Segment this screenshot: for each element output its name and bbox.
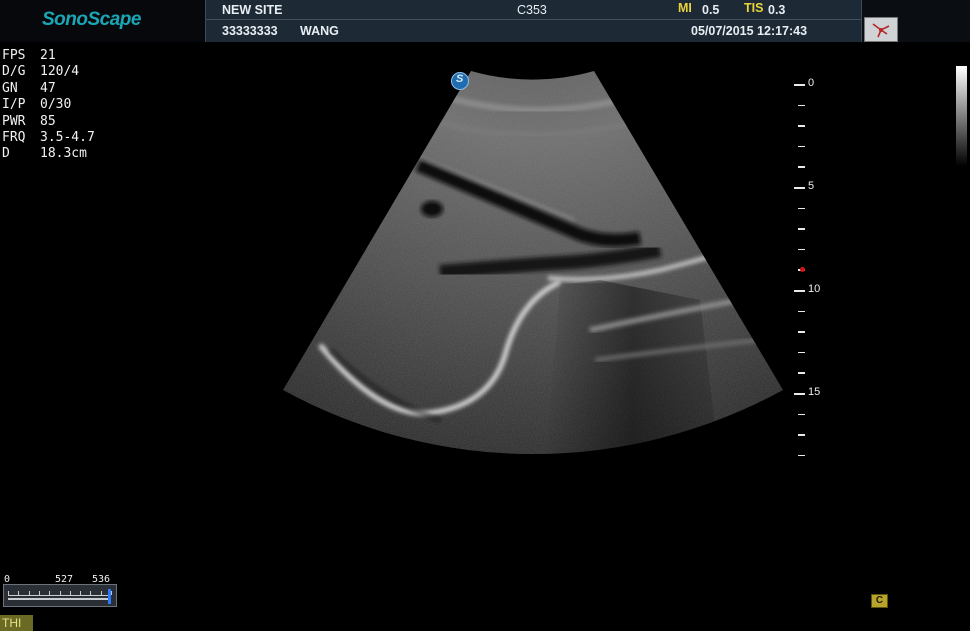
depth-tick	[798, 351, 805, 354]
depth-label: 15	[808, 386, 821, 398]
depth-scale: 0 5 10 15	[790, 76, 850, 466]
cine-ruler	[8, 587, 112, 596]
depth-tick	[798, 310, 805, 313]
depth-tick	[794, 290, 805, 292]
depth-tick	[798, 145, 805, 148]
thi-mode-badge[interactable]: THI	[0, 615, 33, 631]
depth-tick	[798, 228, 805, 230]
c-mode-icon[interactable]: C	[871, 594, 888, 608]
depth-tick	[794, 84, 805, 86]
cine-thumb[interactable]	[108, 589, 112, 604]
depth-tick	[798, 248, 805, 251]
depth-tick	[798, 413, 805, 416]
depth-tick	[798, 331, 805, 333]
orientation-marker-label: S	[456, 73, 464, 85]
depth-tick	[798, 104, 805, 107]
depth-label: 5	[808, 180, 815, 192]
depth-tick	[794, 393, 805, 395]
depth-tick	[798, 454, 805, 457]
depth-tick	[798, 434, 805, 436]
focus-marker[interactable]	[800, 267, 805, 273]
depth-tick	[798, 125, 805, 127]
depth-tick	[798, 372, 805, 374]
depth-tick	[798, 207, 805, 210]
grayscale-bar	[956, 66, 967, 166]
cine-track	[8, 598, 111, 600]
depth-label: 10	[808, 283, 821, 295]
depth-label: 0	[808, 77, 815, 89]
cine-slider[interactable]	[3, 584, 117, 607]
depth-tick	[798, 166, 805, 168]
depth-tick	[794, 187, 805, 189]
